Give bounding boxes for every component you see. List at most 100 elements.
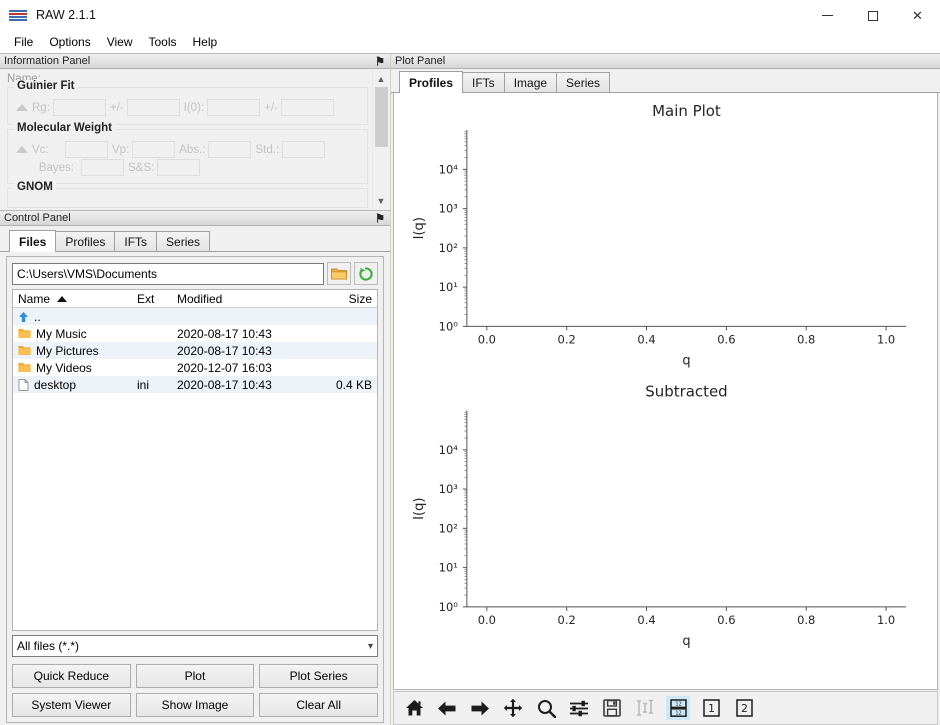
subplot-1: Main Plot 0.0 0.2 0.4 0.6 0.8 1.0 10⁰ 10¹ 10² 10³ 1… (412, 102, 907, 368)
menu-item-options[interactable]: Options (41, 33, 98, 51)
close-button[interactable]: ✕ (895, 0, 940, 31)
vp-field[interactable] (132, 141, 176, 158)
forward-arrow-icon (471, 701, 489, 715)
table-row[interactable]: .. (13, 308, 377, 325)
two-plot-layout-icon: 12 12 (669, 699, 687, 717)
column-header-ext[interactable]: Ext (132, 292, 172, 306)
folder-icon (18, 328, 31, 339)
right-column: Plot Panel Profiles IFTs Image Series Ma… (390, 53, 940, 725)
tab-ifts[interactable]: IFTs (114, 231, 158, 251)
tab-series[interactable]: Series (556, 72, 611, 92)
left-column: Information Panel ⚑ Name: Guinier Fit Rg… (0, 53, 390, 725)
mw-expand-triangle-icon[interactable] (16, 146, 28, 153)
x-tick-label: 1.0 (877, 332, 895, 346)
guinier-expand-triangle-icon[interactable] (16, 104, 28, 111)
table-row[interactable]: My Music 2020-08-17 10:43 (13, 325, 377, 342)
tab-ifts[interactable]: IFTs (462, 72, 505, 92)
abs-label: Abs.: (179, 143, 206, 156)
menu-item-file[interactable]: File (6, 33, 41, 51)
bayes-field[interactable] (81, 159, 124, 176)
column-header-modified[interactable]: Modified (172, 292, 317, 306)
column-header-size[interactable]: Size (317, 292, 377, 306)
i0-error-field[interactable] (280, 99, 334, 116)
directory-path-input[interactable] (12, 262, 324, 285)
menu-item-view[interactable]: View (99, 33, 141, 51)
ss-field[interactable] (157, 159, 201, 176)
table-row[interactable]: My Videos 2020-12-07 16:03 (13, 359, 377, 376)
tab-files[interactable]: Files (9, 230, 57, 252)
forward-button[interactable] (468, 696, 492, 720)
zoom-icon (537, 699, 556, 718)
plot-panel-titlebar[interactable]: Plot Panel (391, 53, 940, 69)
pin-icon[interactable]: ⚑ (375, 54, 385, 68)
save-button[interactable] (600, 696, 624, 720)
x-tick-label: 0.6 (717, 332, 735, 346)
rg-field[interactable] (52, 99, 106, 116)
save-icon (603, 699, 621, 717)
information-panel-scrollbar[interactable]: ▲ ▼ (372, 70, 389, 209)
rg-error-field[interactable] (126, 99, 180, 116)
table-row[interactable]: My Pictures 2020-08-17 10:43 (13, 342, 377, 359)
minimize-icon (822, 15, 833, 16)
main-area: Information Panel ⚑ Name: Guinier Fit Rg… (0, 53, 940, 725)
system-viewer-button[interactable]: System Viewer (12, 693, 131, 717)
subplot-config-button[interactable] (567, 696, 591, 720)
vc-field[interactable] (65, 141, 108, 158)
error-bars-button[interactable] (633, 696, 657, 720)
tab-profiles[interactable]: Profiles (399, 71, 464, 93)
tab-series[interactable]: Series (156, 231, 211, 251)
tab-image[interactable]: Image (503, 72, 558, 92)
two-plot-layout-button[interactable]: 12 12 (666, 696, 690, 720)
home-button[interactable] (402, 696, 426, 720)
file-list[interactable]: Name Ext Modified Size .. My Music 2020-… (12, 289, 378, 631)
scrollbar-track[interactable] (372, 87, 389, 192)
scroll-down-icon[interactable]: ▼ (373, 192, 390, 209)
x-axis-label: q (682, 634, 690, 649)
file-name: My Music (36, 326, 87, 341)
table-row[interactable]: desktop ini 2020-08-17 10:43 0.4 KB (13, 376, 377, 393)
std-field[interactable] (282, 141, 326, 158)
tab-profiles[interactable]: Profiles (55, 231, 116, 251)
open-folder-button[interactable] (327, 262, 351, 285)
menu-item-help[interactable]: Help (185, 33, 226, 51)
information-panel-titlebar[interactable]: Information Panel ⚑ (0, 53, 390, 69)
plot-series-button[interactable]: Plot Series (259, 664, 378, 688)
plot-canvas[interactable]: Main Plot 0.0 0.2 0.4 0.6 0.8 1.0 10⁰ 10¹ 10² 10³ 1… (393, 93, 938, 690)
column-header-name[interactable]: Name (13, 292, 132, 306)
pan-button[interactable] (501, 696, 525, 720)
gnom-label: GNOM (14, 181, 56, 193)
plot-panel-title: Plot Panel (395, 55, 446, 67)
x-tick-label: 0.8 (797, 613, 815, 627)
file-name: desktop (34, 377, 77, 392)
plot-one-button[interactable]: 1 (699, 696, 723, 720)
y-tick-label: 10¹ (439, 561, 458, 575)
x-tick-label: 0.8 (797, 332, 815, 346)
scroll-up-icon[interactable]: ▲ (373, 70, 390, 87)
file-name: .. (34, 309, 41, 324)
i0-field[interactable] (207, 99, 261, 116)
menu-item-tools[interactable]: Tools (141, 33, 185, 51)
control-panel-titlebar[interactable]: Control Panel ⚑ (0, 210, 390, 226)
svg-text:12: 12 (675, 702, 681, 708)
zoom-button[interactable] (534, 696, 558, 720)
pin-icon[interactable]: ⚑ (375, 211, 385, 225)
svg-text:1: 1 (708, 702, 715, 715)
plot-two-icon: 2 (735, 699, 753, 717)
file-filter-select[interactable]: All files (*.*) ▾ (12, 635, 378, 657)
rg-label: Rg: (32, 101, 50, 114)
control-panel-tabs: Files Profiles IFTs Series (0, 230, 390, 252)
show-image-button[interactable]: Show Image (135, 693, 255, 717)
refresh-button[interactable] (354, 262, 378, 285)
maximize-button[interactable] (850, 0, 895, 31)
clear-all-button[interactable]: Clear All (259, 693, 378, 717)
abs-field[interactable] (208, 141, 252, 158)
plot-two-button[interactable]: 2 (732, 696, 756, 720)
plot-button[interactable]: Plot (135, 664, 255, 688)
quick-reduce-button[interactable]: Quick Reduce (12, 664, 131, 688)
rg-pm-label: +/- (109, 101, 124, 114)
minimize-button[interactable] (805, 0, 850, 31)
back-button[interactable] (435, 696, 459, 720)
molecular-weight-group: Molecular Weight Vc: Vp: Abs.: Std.: Bay… (7, 122, 368, 184)
scrollbar-thumb[interactable] (374, 87, 388, 147)
vc-label: Vc: (32, 143, 49, 156)
